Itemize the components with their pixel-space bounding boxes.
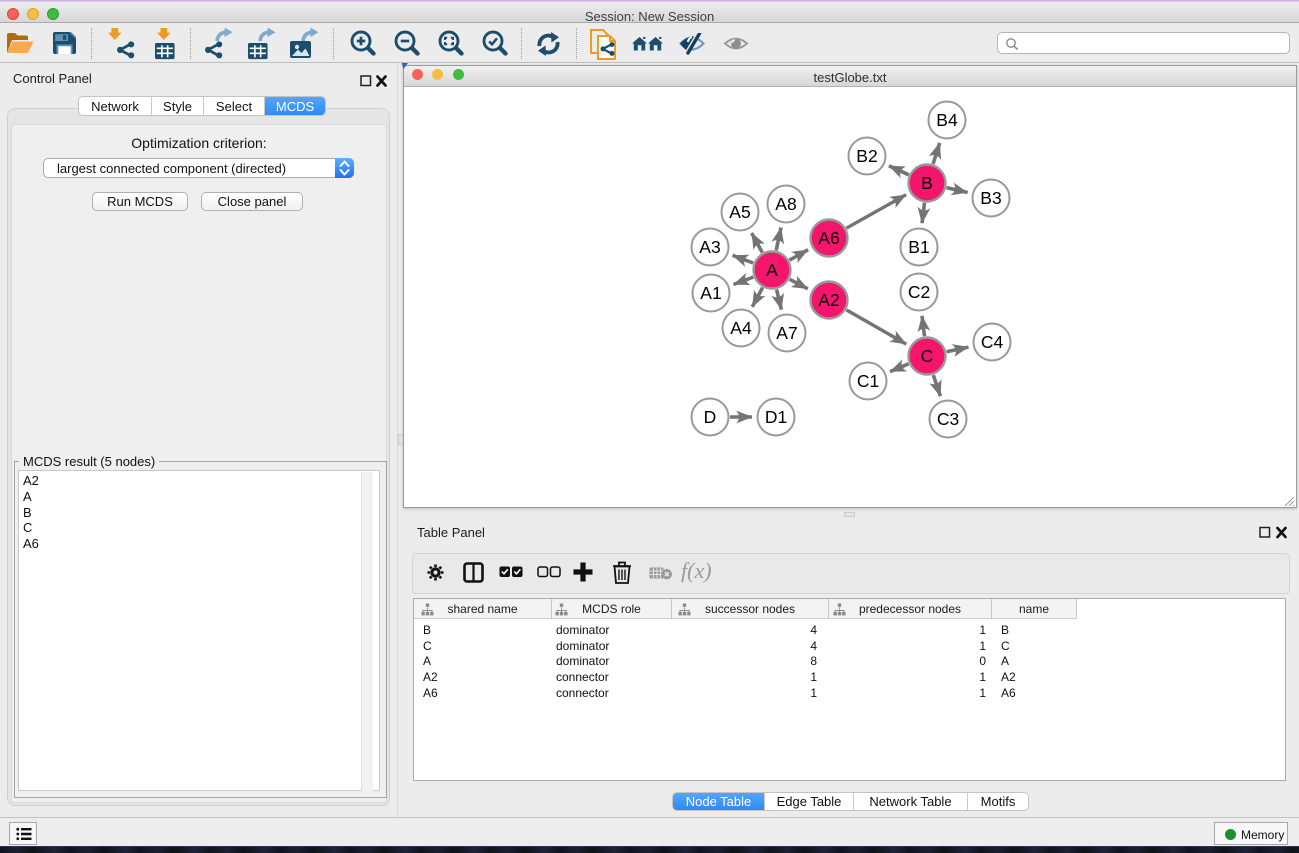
svg-text:A3: A3 — [699, 237, 720, 257]
svg-text:C1: C1 — [857, 371, 879, 391]
svg-text:C3: C3 — [937, 409, 959, 429]
svg-text:C2: C2 — [908, 282, 930, 302]
svg-text:C: C — [921, 346, 934, 366]
svg-text:B2: B2 — [856, 146, 877, 166]
svg-text:B4: B4 — [936, 110, 958, 130]
svg-text:D1: D1 — [765, 407, 787, 427]
svg-text:A5: A5 — [729, 202, 750, 222]
svg-text:A1: A1 — [700, 283, 721, 303]
svg-text:C4: C4 — [981, 332, 1004, 352]
svg-text:A4: A4 — [730, 318, 752, 338]
svg-text:B: B — [921, 173, 933, 193]
svg-text:A2: A2 — [818, 290, 839, 310]
svg-text:B3: B3 — [980, 188, 1001, 208]
svg-text:B1: B1 — [908, 237, 929, 257]
svg-text:A: A — [766, 260, 778, 280]
svg-text:A8: A8 — [775, 194, 796, 214]
svg-text:A7: A7 — [776, 323, 797, 343]
svg-text:A6: A6 — [818, 228, 839, 248]
svg-text:D: D — [704, 407, 717, 427]
